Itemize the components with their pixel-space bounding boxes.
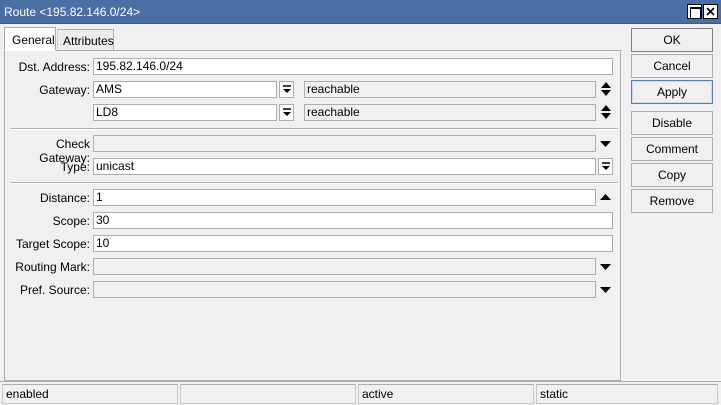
type-label: Type:: [60, 160, 90, 174]
ok-button[interactable]: OK: [631, 28, 713, 52]
routing-mark-input[interactable]: [93, 258, 596, 275]
check-gateway-input[interactable]: [93, 135, 596, 152]
type-select[interactable]: unicast: [93, 158, 596, 175]
status-bar: enabled active static: [0, 381, 721, 405]
separator: [11, 182, 618, 184]
window-titlebar: Route <195.82.146.0/24>: [0, 0, 721, 24]
remove-button[interactable]: Remove: [631, 189, 713, 213]
gateway-input-1[interactable]: AMS: [93, 81, 277, 98]
pref-source-dropdown-icon[interactable]: [600, 287, 611, 294]
routing-mark-label: Routing Mark:: [15, 260, 90, 274]
gateway-1-updown-icon[interactable]: [601, 81, 611, 97]
window-title: Route <195.82.146.0/24>: [4, 5, 141, 19]
tab-attributes-label: Attributes: [63, 34, 114, 48]
apply-button[interactable]: Apply: [631, 80, 713, 104]
tab-general-label: General: [12, 33, 55, 47]
distance-input[interactable]: 1: [93, 189, 596, 206]
window-body: Attributes General Dst. Address: 195.82.…: [0, 24, 721, 381]
pref-source-label: Pref. Source:: [19, 283, 90, 297]
status-cell: [180, 384, 356, 404]
gateway-input-2[interactable]: LD8: [93, 104, 277, 121]
gateway-1-status: reachable: [304, 81, 596, 98]
scope-input[interactable]: 30: [93, 212, 613, 229]
pref-source-input[interactable]: [93, 281, 596, 298]
disable-button[interactable]: Disable: [631, 111, 713, 135]
target-scope-input[interactable]: 10: [93, 235, 613, 252]
gateway-1-dropdown-icon[interactable]: [279, 81, 294, 98]
distance-label: Distance:: [39, 191, 90, 205]
check-gateway-dropdown-icon[interactable]: [600, 141, 611, 148]
tab-general[interactable]: General: [4, 27, 56, 51]
dst-address-label: Dst. Address:: [18, 60, 90, 74]
status-static: static: [536, 384, 718, 404]
cancel-button[interactable]: Cancel: [631, 54, 713, 78]
status-active: active: [358, 384, 534, 404]
tab-attributes[interactable]: Attributes: [57, 29, 114, 51]
dst-address-input[interactable]: 195.82.146.0/24: [93, 58, 613, 75]
close-icon[interactable]: [703, 4, 718, 19]
maximize-icon[interactable]: [687, 4, 702, 19]
gateway-2-updown-icon[interactable]: [601, 104, 611, 120]
gateway-2-dropdown-icon[interactable]: [279, 104, 294, 121]
routing-mark-dropdown-icon[interactable]: [600, 264, 611, 271]
status-enabled: enabled: [2, 384, 178, 404]
copy-button[interactable]: Copy: [631, 163, 713, 187]
gateway-2-status: reachable: [304, 104, 596, 121]
gateway-label: Gateway:: [39, 83, 90, 97]
comment-button[interactable]: Comment: [631, 137, 713, 161]
scope-label: Scope:: [52, 214, 90, 228]
separator: [11, 128, 618, 130]
type-dropdown-icon[interactable]: [598, 158, 613, 175]
distance-collapse-icon[interactable]: [600, 194, 611, 201]
general-panel: Dst. Address: 195.82.146.0/24 Gateway: A…: [4, 50, 621, 381]
target-scope-label: Target Scope:: [15, 237, 90, 251]
